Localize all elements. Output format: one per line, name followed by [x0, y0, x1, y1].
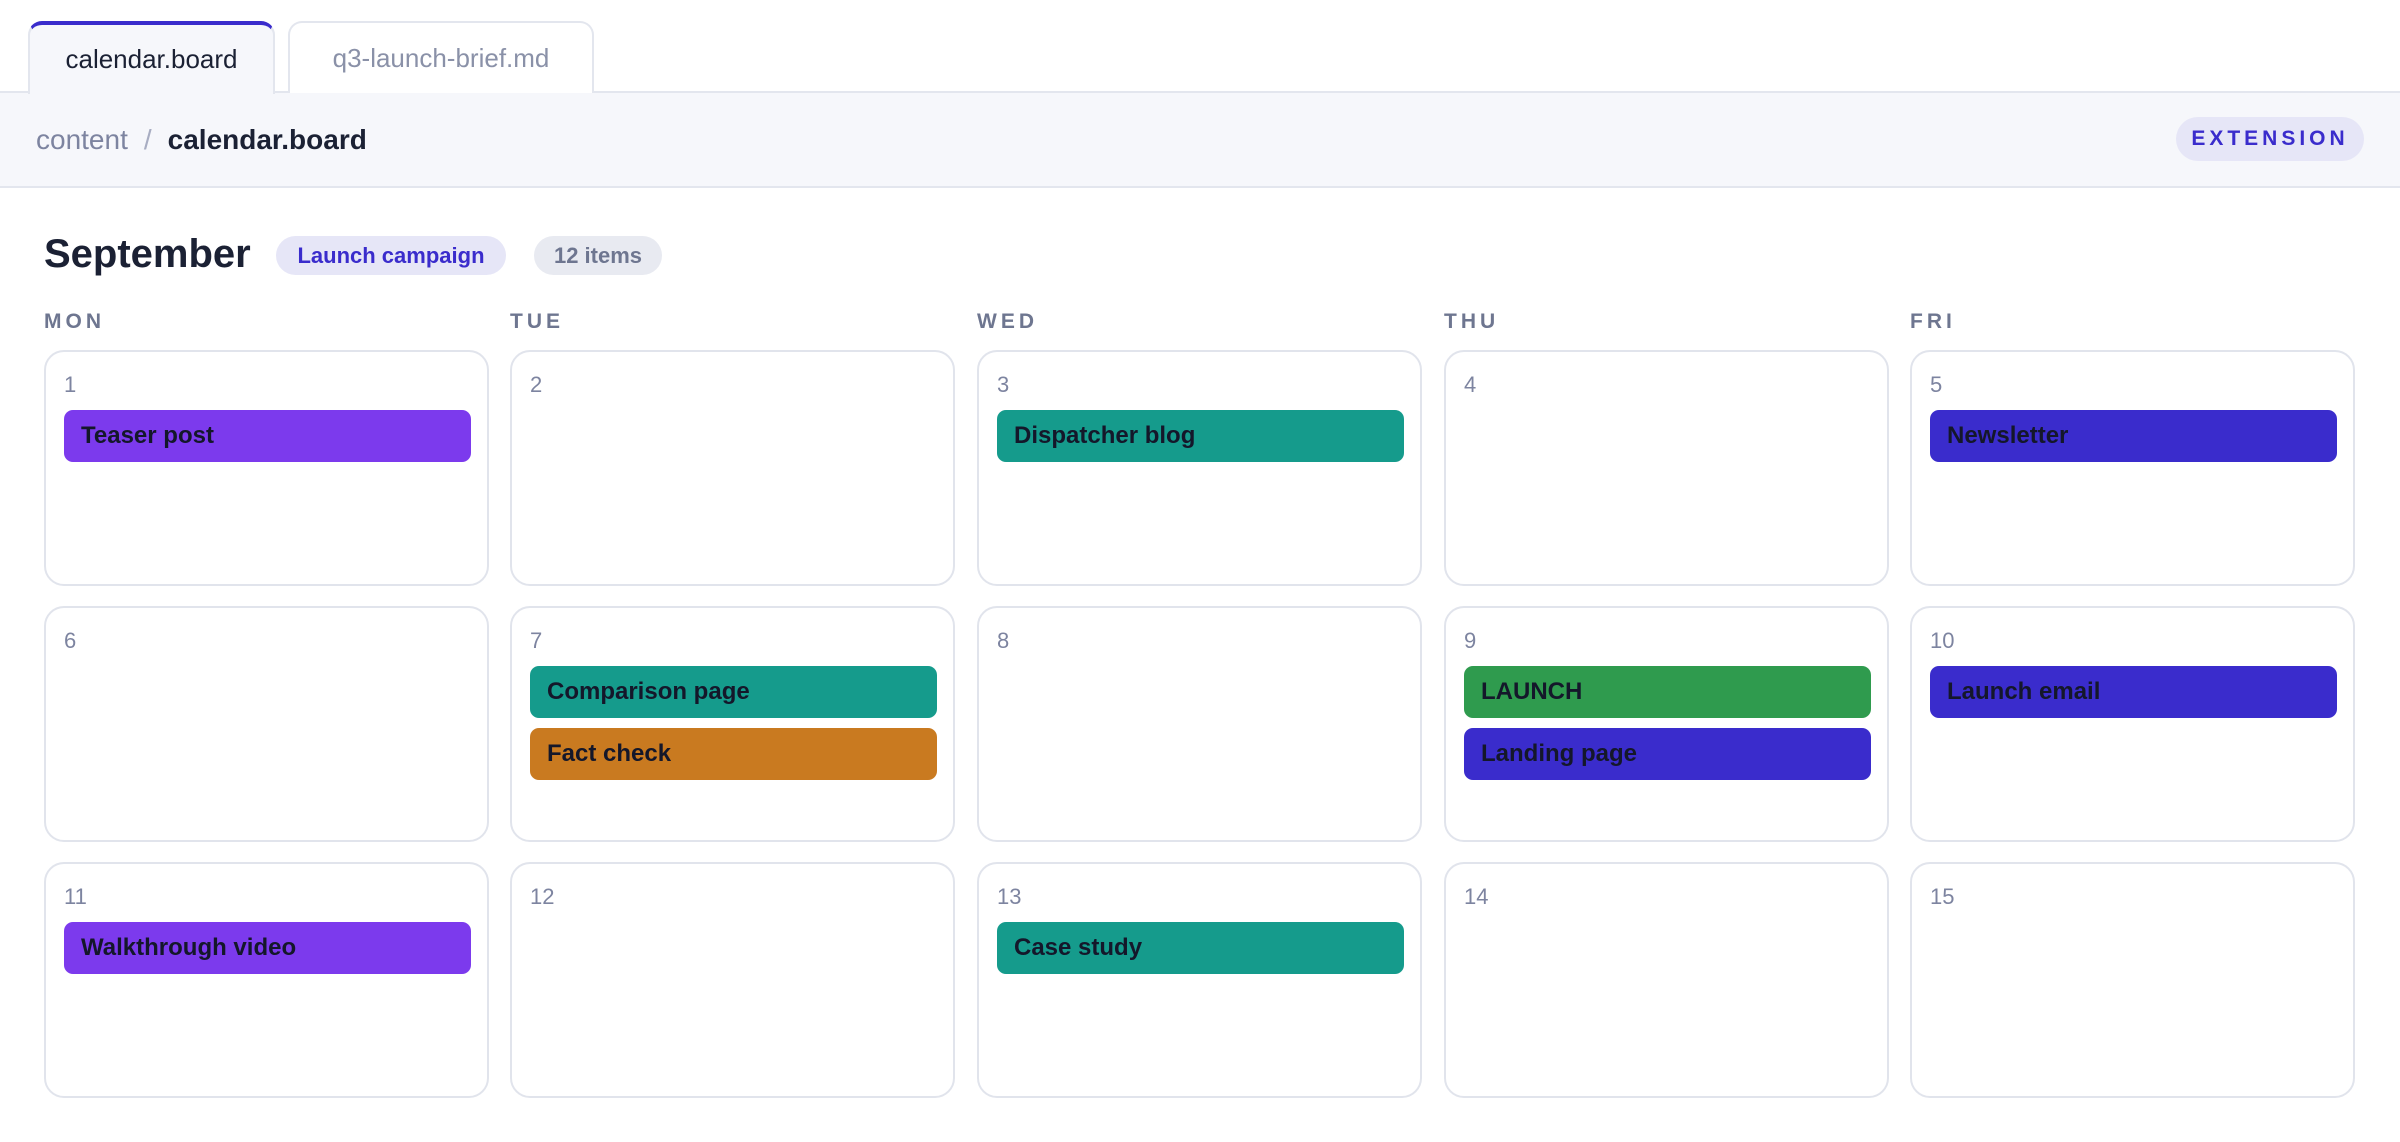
- weekday-header-thu: THU: [1444, 310, 1500, 333]
- campaign-badge: Launch campaign: [276, 236, 506, 275]
- day-number: 14: [1464, 884, 1489, 909]
- event-chip[interactable]: Walkthrough video: [64, 922, 471, 974]
- day-cell[interactable]: 8: [977, 606, 1422, 842]
- breadcrumb: content / calendar.board EXTENSION: [0, 93, 2400, 188]
- month-title: September: [44, 232, 251, 276]
- day-cell[interactable]: 13 Case study: [977, 862, 1422, 1098]
- day-cell[interactable]: 7 Comparison page Fact check: [510, 606, 955, 842]
- day-cell[interactable]: 14: [1444, 862, 1889, 1098]
- event-chip[interactable]: Dispatcher blog: [997, 410, 1404, 462]
- day-number: 10: [1930, 628, 1955, 653]
- event-chip[interactable]: Landing page: [1464, 728, 1871, 780]
- breadcrumb-root-link[interactable]: content: [36, 124, 128, 156]
- tab-label: calendar.board: [65, 44, 238, 74]
- weekday-header-tue: TUE: [510, 310, 564, 333]
- weekday-header-mon: MON: [44, 310, 105, 333]
- day-number: 9: [1464, 628, 1477, 653]
- day-number: 15: [1930, 884, 1955, 909]
- tab-label: q3-launch-brief.md: [332, 43, 550, 73]
- breadcrumb-current: calendar.board: [167, 123, 367, 155]
- event-chip[interactable]: Case study: [997, 922, 1404, 974]
- day-cell[interactable]: 6: [44, 606, 489, 842]
- event-chip[interactable]: LAUNCH: [1464, 666, 1871, 718]
- breadcrumb-separator: /: [143, 123, 152, 155]
- day-cell[interactable]: 3 Dispatcher blog: [977, 350, 1422, 586]
- day-number: 2: [530, 372, 543, 397]
- day-cell[interactable]: 1 Teaser post: [44, 350, 489, 586]
- event-chip[interactable]: Newsletter: [1930, 410, 2337, 462]
- day-number: 3: [997, 372, 1010, 397]
- day-cell[interactable]: 2: [510, 350, 955, 586]
- weekday-header-wed: WED: [977, 310, 1038, 333]
- extension-badge: EXTENSION: [2176, 117, 2364, 161]
- item-count-badge: 12 items: [534, 236, 662, 275]
- tab-calendar-board[interactable]: calendar.board: [28, 21, 275, 94]
- event-chip[interactable]: Fact check: [530, 728, 937, 780]
- day-cell[interactable]: 5 Newsletter: [1910, 350, 2355, 586]
- day-cell[interactable]: 11 Walkthrough video: [44, 862, 489, 1098]
- day-number: 11: [64, 884, 87, 909]
- day-number: 6: [64, 628, 77, 653]
- event-chip[interactable]: Comparison page: [530, 666, 937, 718]
- day-number: 1: [64, 372, 77, 397]
- day-cell[interactable]: 10 Launch email: [1910, 606, 2355, 842]
- day-cell[interactable]: 12: [510, 862, 955, 1098]
- day-cell[interactable]: 9 LAUNCH Landing page: [1444, 606, 1889, 842]
- tab-q3-launch-brief[interactable]: q3-launch-brief.md: [288, 21, 594, 94]
- day-number: 4: [1464, 372, 1477, 397]
- event-chip[interactable]: Teaser post: [64, 410, 471, 462]
- day-cell[interactable]: 15: [1910, 862, 2355, 1098]
- day-cell[interactable]: 4: [1444, 350, 1889, 586]
- tab-bar: calendar.board q3-launch-brief.md: [0, 0, 2400, 94]
- day-number: 5: [1930, 372, 1943, 397]
- event-chip[interactable]: Launch email: [1930, 666, 2337, 718]
- day-number: 13: [997, 884, 1022, 909]
- day-number: 12: [530, 884, 555, 909]
- day-number: 8: [997, 628, 1010, 653]
- day-number: 7: [530, 628, 543, 653]
- weekday-header-fri: FRI: [1910, 310, 1956, 333]
